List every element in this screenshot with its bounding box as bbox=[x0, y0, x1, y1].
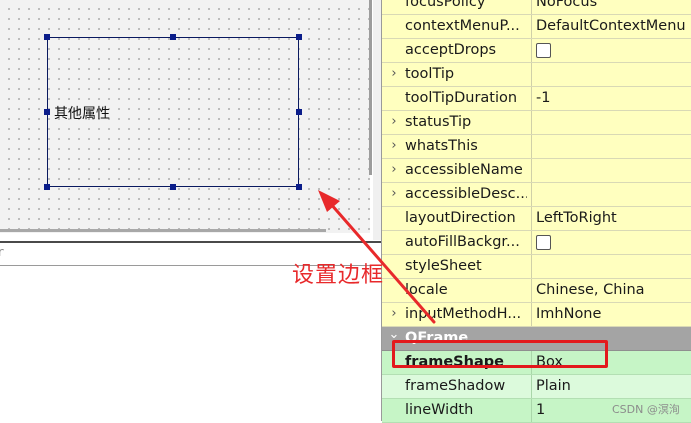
property-value[interactable]: ImhNone bbox=[536, 306, 688, 322]
canvas-horizontal-scrollbar[interactable] bbox=[0, 229, 326, 232]
property-value[interactable]: -1 bbox=[536, 90, 688, 106]
resize-handle-bottom-middle[interactable] bbox=[170, 184, 176, 190]
column-divider bbox=[531, 231, 532, 254]
column-divider bbox=[531, 399, 532, 422]
property-name: toolTipDuration bbox=[405, 90, 518, 106]
property-name: inputMethodH... bbox=[405, 306, 522, 322]
resize-handle-bottom-left[interactable] bbox=[44, 184, 50, 190]
expand-chevron-icon[interactable]: › bbox=[388, 186, 400, 201]
property-row-accessibledesc[interactable]: › accessibleDesc... bbox=[382, 183, 691, 207]
form-design-canvas[interactable]: 其他属性 bbox=[0, 0, 370, 233]
expand-chevron-icon[interactable]: › bbox=[388, 306, 400, 321]
property-checkbox[interactable] bbox=[536, 43, 551, 58]
property-row-whatsthis[interactable]: › whatsThis bbox=[382, 135, 691, 159]
property-value[interactable]: LeftToRight bbox=[536, 210, 688, 226]
property-row-contextmenup[interactable]: contextMenuP... DefaultContextMenu bbox=[382, 15, 691, 39]
property-name: autoFillBackgr... bbox=[405, 234, 520, 250]
column-divider bbox=[531, 15, 532, 38]
column-divider bbox=[531, 159, 532, 182]
property-row-stylesheet[interactable]: styleSheet bbox=[382, 255, 691, 279]
property-name: focusPolicy bbox=[405, 0, 486, 10]
column-divider bbox=[531, 255, 532, 278]
property-value[interactable]: Chinese, China bbox=[536, 282, 688, 298]
property-name: accessibleName bbox=[405, 162, 523, 178]
property-value[interactable]: Plain bbox=[536, 378, 688, 394]
property-name: frameShadow bbox=[405, 378, 506, 394]
property-row-layoutdirection[interactable]: layoutDirection LeftToRight bbox=[382, 207, 691, 231]
property-name: lineWidth bbox=[405, 402, 474, 418]
property-value[interactable]: DefaultContextMenu bbox=[536, 18, 688, 34]
property-name: layoutDirection bbox=[405, 210, 516, 226]
column-divider bbox=[531, 375, 532, 398]
resize-handle-bottom-right[interactable] bbox=[296, 184, 302, 190]
column-divider bbox=[531, 87, 532, 110]
expand-chevron-icon[interactable]: › bbox=[388, 66, 400, 81]
column-divider bbox=[531, 207, 532, 230]
property-row-focuspolicy[interactable]: focusPolicy NoFocus bbox=[382, 0, 691, 15]
property-name: styleSheet bbox=[405, 258, 482, 274]
annotation-text: 设置边框 bbox=[292, 263, 385, 288]
column-divider bbox=[531, 135, 532, 158]
expand-chevron-icon[interactable]: › bbox=[388, 138, 400, 153]
property-row-statustip[interactable]: › statusTip bbox=[382, 111, 691, 135]
property-name: toolTip bbox=[405, 66, 455, 82]
resize-handle-top-right[interactable] bbox=[296, 34, 302, 40]
property-name: acceptDrops bbox=[405, 42, 497, 58]
column-divider bbox=[531, 279, 532, 302]
property-row-tooltip[interactable]: › toolTip bbox=[382, 63, 691, 87]
property-name: contextMenuP... bbox=[405, 18, 520, 34]
property-row-tooltipduration[interactable]: toolTipDuration -1 bbox=[382, 87, 691, 111]
column-divider bbox=[531, 0, 532, 14]
property-name: locale bbox=[405, 282, 448, 298]
resize-handle-middle-right[interactable] bbox=[296, 109, 302, 115]
property-name: accessibleDesc... bbox=[405, 186, 527, 202]
panel-splitter[interactable] bbox=[373, 0, 381, 240]
canvas-vertical-scrollbar[interactable] bbox=[369, 0, 372, 175]
column-divider bbox=[531, 39, 532, 62]
watermark: CSDN @溟洵 bbox=[612, 403, 680, 416]
resize-handle-top-left[interactable] bbox=[44, 34, 50, 40]
frame-label: 其他属性 bbox=[54, 106, 110, 122]
expand-chevron-icon[interactable]: › bbox=[388, 162, 400, 177]
edit-pane-header-text: r bbox=[0, 245, 5, 259]
column-divider bbox=[531, 111, 532, 134]
property-checkbox[interactable] bbox=[536, 235, 551, 250]
expand-chevron-icon[interactable]: › bbox=[388, 114, 400, 129]
resize-handle-middle-left[interactable] bbox=[44, 109, 50, 115]
column-divider bbox=[531, 63, 532, 86]
property-row-locale[interactable]: locale Chinese, China bbox=[382, 279, 691, 303]
property-row-autofillbackgr[interactable]: autoFillBackgr... bbox=[382, 231, 691, 255]
column-divider bbox=[531, 183, 532, 206]
resize-handle-top-middle[interactable] bbox=[170, 34, 176, 40]
property-row-frameshadow[interactable]: frameShadow Plain bbox=[382, 375, 691, 399]
column-divider bbox=[531, 303, 532, 326]
property-row-acceptdrops[interactable]: acceptDrops bbox=[382, 39, 691, 63]
property-name: statusTip bbox=[405, 114, 472, 130]
property-value[interactable]: NoFocus bbox=[536, 0, 688, 10]
property-row-accessiblename[interactable]: › accessibleName bbox=[382, 159, 691, 183]
annotation-highlight-box bbox=[392, 340, 608, 368]
property-row-inputmethodh[interactable]: › inputMethodH... ImhNone bbox=[382, 303, 691, 327]
property-name: whatsThis bbox=[405, 138, 478, 154]
